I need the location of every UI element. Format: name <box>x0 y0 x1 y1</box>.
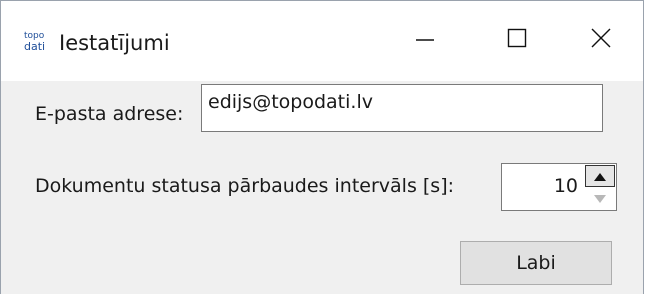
window-title: Iestatījumi <box>59 31 170 55</box>
svg-text:dati: dati <box>24 40 45 53</box>
interval-stepper[interactable]: 10 <box>501 163 617 211</box>
ok-button[interactable]: Labi <box>460 241 612 285</box>
topodati-logo-icon: topo dati <box>23 29 51 53</box>
spin-up-button[interactable] <box>585 165 615 187</box>
maximize-icon <box>507 28 527 52</box>
email-field[interactable]: edijs@topodati.lv <box>201 84 603 132</box>
email-label: E-pasta adrese: <box>35 103 184 125</box>
chevron-down-icon <box>593 189 607 208</box>
title-bar[interactable]: topo dati Iestatījumi <box>1 1 643 81</box>
close-button[interactable] <box>557 1 645 79</box>
interval-value[interactable]: 10 <box>554 175 578 197</box>
spin-down-button[interactable] <box>585 187 615 209</box>
minimize-icon <box>415 28 435 52</box>
settings-window: topo dati Iestatījumi E-pasta adrese: ed… <box>0 0 644 294</box>
chevron-up-icon <box>593 167 607 186</box>
settings-content: E-pasta adrese: edijs@topodati.lv Dokume… <box>1 81 643 294</box>
interval-label: Dokumentu statusa pārbaudes intervāls [s… <box>35 175 455 197</box>
close-icon <box>590 27 612 53</box>
maximize-button[interactable] <box>473 1 561 79</box>
minimize-button[interactable] <box>381 1 469 79</box>
